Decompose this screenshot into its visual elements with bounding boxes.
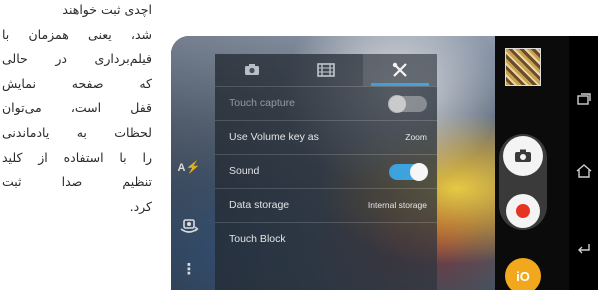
- setting-value: Zoom: [405, 132, 427, 142]
- auto-flash-label: A: [177, 162, 186, 174]
- photo-shutter-button[interactable]: [503, 136, 543, 176]
- camera-viewfinder: A⚡ ⋮ Touch capture Use Volume key as Zoo…: [171, 36, 495, 290]
- tools-icon: [392, 62, 407, 77]
- article-text: اچدی ثبت خواهند شد، یعنی همزمان با فیلم‌…: [0, 0, 156, 290]
- camera-icon: [515, 149, 531, 162]
- article-line: فیلم‌برداری در حالی: [2, 51, 152, 67]
- setting-label: Sound: [229, 165, 260, 177]
- auto-flash-icon[interactable]: A⚡: [171, 160, 207, 174]
- touch-capture-toggle[interactable]: [388, 95, 427, 113]
- switch-camera-icon[interactable]: [171, 216, 207, 240]
- viewfinder-left-strip: A⚡ ⋮: [171, 36, 207, 290]
- sound-toggle[interactable]: [389, 163, 428, 181]
- tab-video[interactable]: [289, 54, 363, 86]
- setting-label: Touch Block: [229, 233, 286, 245]
- last-photo-thumbnail[interactable]: [505, 48, 541, 86]
- camera-settings-panel: Touch capture Use Volume key as Zoom Sou…: [215, 54, 437, 290]
- recent-apps-icon[interactable]: [569, 91, 598, 109]
- settings-tabs: [215, 54, 437, 86]
- camera-control-bar: iO: [495, 36, 569, 290]
- article-line: لحظات به یادماندنی: [2, 124, 152, 140]
- phone-screenshot: A⚡ ⋮ Touch capture Use Volume key as Zoo…: [171, 36, 598, 290]
- android-nav-bar: [569, 36, 598, 290]
- tab-tools[interactable]: [363, 54, 437, 86]
- article-line: اچدی ثبت خواهند: [62, 2, 152, 17]
- back-icon[interactable]: [569, 240, 598, 258]
- record-dot-icon: [516, 204, 530, 218]
- camera-mode-button[interactable]: iO: [505, 258, 541, 290]
- setting-label: Data storage: [229, 199, 290, 211]
- home-icon[interactable]: [569, 164, 598, 182]
- article-line: شد، یعنی همزمان با: [2, 26, 152, 42]
- setting-sound[interactable]: Sound: [215, 154, 437, 189]
- setting-touch-block[interactable]: Touch Block: [215, 222, 437, 257]
- switch-camera-glyph: [180, 219, 199, 233]
- toggle-knob: [388, 95, 406, 113]
- home-glyph: [576, 164, 591, 178]
- back-glyph: [577, 244, 590, 254]
- article-line: تنظیم صدا ثبت: [2, 174, 152, 190]
- flash-bolt-icon: ⚡: [185, 160, 201, 174]
- article-line: قفل است، می‌توان: [2, 100, 152, 116]
- setting-volume-key[interactable]: Use Volume key as Zoom: [215, 120, 437, 155]
- setting-data-storage[interactable]: Data storage Internal storage: [215, 188, 437, 223]
- article-line: کرد.: [129, 198, 152, 214]
- setting-label: Use Volume key as: [229, 131, 319, 143]
- setting-label: Touch capture: [229, 97, 295, 109]
- recent-apps-glyph: [576, 93, 591, 105]
- setting-touch-capture[interactable]: Touch capture: [215, 86, 437, 121]
- article-line: را با استفاده از کلید: [2, 149, 152, 165]
- camera-mode-label: iO: [516, 268, 530, 284]
- setting-value: Internal storage: [367, 200, 427, 210]
- video-icon: [317, 63, 335, 77]
- article-line: که صفحه نمایش: [2, 75, 152, 91]
- page: اچدی ثبت خواهند شد، یعنی همزمان با فیلم‌…: [0, 0, 598, 290]
- tab-camera[interactable]: [215, 54, 289, 86]
- video-record-button[interactable]: [506, 194, 540, 228]
- more-options-icon[interactable]: ⋮: [171, 262, 207, 277]
- camera-icon: [245, 64, 259, 75]
- toggle-knob: [410, 163, 428, 181]
